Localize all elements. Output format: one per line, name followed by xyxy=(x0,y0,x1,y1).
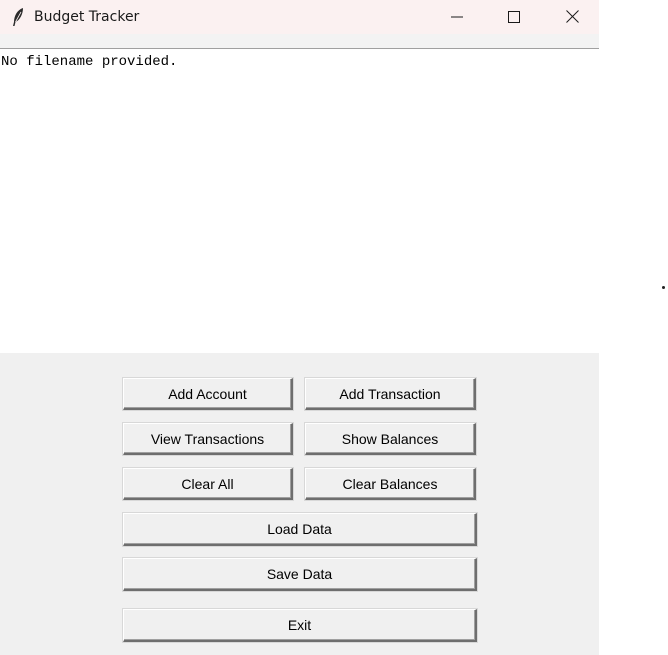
add-transaction-button[interactable]: Add Transaction xyxy=(305,378,476,410)
exit-button[interactable]: Exit xyxy=(123,609,477,642)
save-data-button[interactable]: Save Data xyxy=(123,558,477,591)
view-transactions-button[interactable]: View Transactions xyxy=(123,423,293,455)
app-window: Budget Tracker No filename provided. Add… xyxy=(0,0,599,655)
clear-balances-button[interactable]: Clear Balances xyxy=(305,468,476,500)
title-bar[interactable]: Budget Tracker xyxy=(0,0,599,34)
menu-strip xyxy=(0,34,599,48)
close-button[interactable] xyxy=(543,0,601,34)
add-account-button[interactable]: Add Account xyxy=(123,378,293,410)
output-text-area[interactable]: No filename provided. xyxy=(0,48,599,353)
minimize-icon xyxy=(451,8,463,27)
button-panel: Add Account Add Transaction View Transac… xyxy=(0,353,599,655)
load-data-button[interactable]: Load Data xyxy=(123,513,477,546)
feather-icon xyxy=(11,7,25,27)
show-balances-button[interactable]: Show Balances xyxy=(305,423,476,455)
close-icon xyxy=(565,8,579,27)
window-title: Budget Tracker xyxy=(34,9,140,25)
clear-all-button[interactable]: Clear All xyxy=(123,468,293,500)
minimize-button[interactable] xyxy=(428,0,486,34)
maximize-icon xyxy=(508,8,520,27)
stray-dot xyxy=(662,286,665,289)
maximize-button[interactable] xyxy=(485,0,543,34)
output-message: No filename provided. xyxy=(1,54,178,70)
